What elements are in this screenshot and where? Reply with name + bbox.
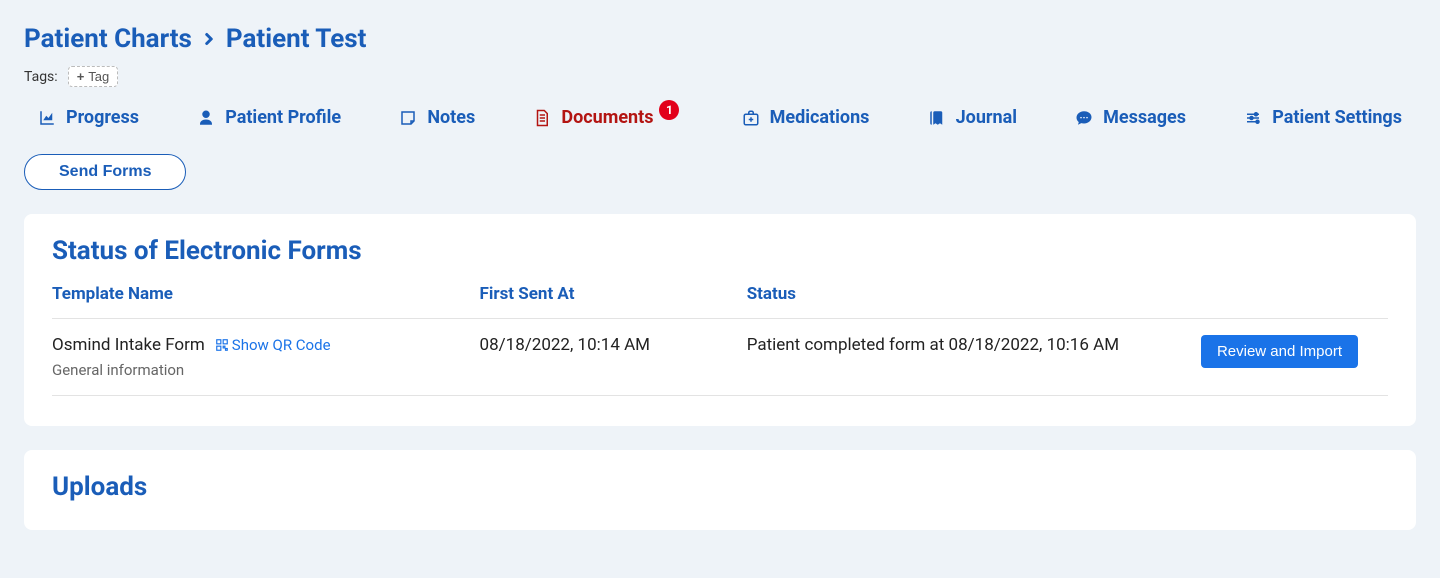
tab-medications[interactable]: Medications: [742, 107, 870, 128]
tab-profile-label: Patient Profile: [225, 107, 341, 128]
sliders-icon: [1244, 109, 1262, 127]
document-icon: [533, 109, 551, 127]
breadcrumb: Patient Charts Patient Test: [24, 24, 1416, 54]
uploads-title: Uploads: [52, 472, 1388, 502]
tab-medications-label: Medications: [770, 107, 870, 128]
review-and-import-button[interactable]: Review and Import: [1201, 335, 1358, 368]
col-header-action: [1201, 284, 1388, 319]
tab-notes[interactable]: Notes: [399, 107, 475, 128]
tab-messages-label: Messages: [1103, 107, 1186, 128]
breadcrumb-current: Patient Test: [226, 24, 367, 54]
col-header-status: Status: [747, 284, 1201, 319]
template-name: Osmind Intake Form: [52, 335, 205, 355]
tab-documents-label: Documents: [561, 107, 653, 128]
medkit-icon: [742, 109, 760, 127]
forms-status-title: Status of Electronic Forms: [52, 236, 1388, 266]
tab-patient-settings[interactable]: Patient Settings: [1244, 107, 1402, 128]
show-qr-code-link[interactable]: Show QR Code: [215, 336, 331, 354]
chat-icon: [1075, 109, 1093, 127]
tab-progress-label: Progress: [66, 107, 139, 128]
tabs: Progress Patient Profile Notes Documents…: [24, 107, 1416, 128]
col-header-first-sent: First Sent At: [480, 284, 747, 319]
breadcrumb-root-link[interactable]: Patient Charts: [24, 24, 192, 54]
tab-notes-label: Notes: [427, 107, 475, 128]
documents-badge: 1: [659, 100, 679, 120]
first-sent-cell: 08/18/2022, 10:14 AM: [480, 319, 747, 396]
show-qr-code-label: Show QR Code: [232, 336, 331, 354]
tags-label: Tags:: [24, 69, 58, 85]
tab-messages[interactable]: Messages: [1075, 107, 1186, 128]
forms-table: Template Name First Sent At Status Osmin…: [52, 284, 1388, 396]
template-subtext: General information: [52, 361, 480, 379]
book-icon: [928, 109, 946, 127]
tab-documents[interactable]: Documents 1: [533, 107, 683, 128]
tab-journal-label: Journal: [956, 107, 1017, 128]
tab-settings-label: Patient Settings: [1272, 107, 1402, 128]
tab-progress[interactable]: Progress: [38, 107, 139, 128]
sticky-note-icon: [399, 109, 417, 127]
add-tag-button[interactable]: + Tag: [68, 66, 119, 87]
table-row: Osmind Intake Form Show QR Code General …: [52, 319, 1388, 396]
add-tag-label: Tag: [88, 69, 109, 84]
uploads-card: Uploads: [24, 450, 1416, 530]
user-icon: [197, 109, 215, 127]
qr-code-icon: [215, 338, 229, 352]
tab-journal[interactable]: Journal: [928, 107, 1017, 128]
chevron-right-icon: [200, 30, 218, 48]
tags-row: Tags: + Tag: [24, 66, 1416, 87]
col-header-template: Template Name: [52, 284, 480, 319]
chart-area-icon: [38, 109, 56, 127]
plus-icon: +: [77, 69, 85, 84]
status-cell: Patient completed form at 08/18/2022, 10…: [747, 319, 1201, 396]
send-forms-button[interactable]: Send Forms: [24, 154, 186, 190]
tab-patient-profile[interactable]: Patient Profile: [197, 107, 341, 128]
forms-status-card: Status of Electronic Forms Template Name…: [24, 214, 1416, 426]
